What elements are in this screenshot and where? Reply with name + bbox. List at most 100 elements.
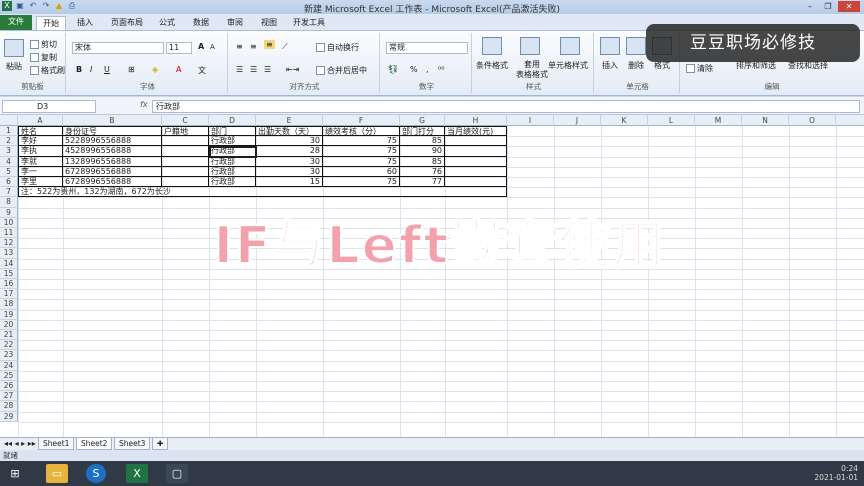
sheet-tab-1[interactable]: Sheet1 [38,438,75,450]
decimal-icon[interactable]: ⁰⁰ [438,65,444,74]
delete-cells-icon[interactable] [626,37,646,55]
col-header-o[interactable]: O [789,115,836,126]
format-painter-button[interactable]: 格式刷 [30,65,65,76]
col-header-f[interactable]: F [323,115,400,126]
table-header-cell[interactable]: 当月绩效(元) [445,126,507,137]
col-header-g[interactable]: G [400,115,445,126]
table-cell[interactable] [162,156,209,167]
currency-icon[interactable]: 💱 [388,65,398,74]
name-box[interactable]: D3 [2,100,96,113]
paste-button[interactable]: 粘贴 [6,61,22,72]
col-header-l[interactable]: L [648,115,695,126]
table-cell[interactable]: 李就 [18,156,63,167]
row-header[interactable]: 28 [0,401,18,412]
table-cell[interactable]: 60 [323,166,400,177]
row-header[interactable]: 2 [0,136,18,147]
table-cell[interactable]: 李好 [18,136,63,147]
conditional-format-icon[interactable] [482,37,502,55]
align-center-icon[interactable]: ☰ [250,65,257,74]
table-cell[interactable]: 75 [323,136,400,147]
align-left-icon[interactable]: ☰ [236,65,243,74]
table-cell[interactable]: 行政部 [209,166,256,177]
insert-cells-icon[interactable] [600,37,620,55]
close-button[interactable]: ✕ [838,1,860,12]
table-cell[interactable]: 85 [400,136,445,147]
table-cell[interactable] [445,166,507,177]
table-cell[interactable] [445,146,507,157]
clock[interactable]: 0:24 2021-01-01 [814,464,858,482]
row-header[interactable]: 13 [0,248,18,259]
table-cell[interactable]: 15 [256,177,323,188]
fill-color-icon[interactable]: ◈ [152,65,158,74]
fx-icon[interactable]: fx [140,100,148,109]
row-header[interactable]: 3 [0,146,18,157]
col-header-c[interactable]: C [162,115,209,126]
tab-formulas[interactable]: 公式 [154,16,180,30]
table-cell[interactable] [162,166,209,177]
excel-taskbar-icon[interactable]: X [126,464,148,483]
table-cell[interactable]: 6728996556888 [63,166,162,177]
row-header[interactable]: 24 [0,360,18,371]
row-header[interactable]: 4 [0,156,18,167]
table-cell[interactable]: 行政部 [209,156,256,167]
table-cell[interactable]: 76 [400,166,445,177]
row-header[interactable]: 22 [0,340,18,351]
table-header-cell[interactable]: 部门打分 [400,126,445,137]
tab-page-layout[interactable]: 页面布局 [106,16,148,30]
phonetic-button[interactable]: 文 [198,65,206,76]
table-cell[interactable]: 28 [256,146,323,157]
row-header[interactable]: 5 [0,166,18,177]
number-format-select[interactable]: 常规 [386,42,468,54]
new-sheet-icon[interactable]: ✚ [152,438,169,450]
tab-data[interactable]: 数据 [188,16,214,30]
shrink-font-button[interactable]: A [210,43,215,51]
table-cell[interactable]: 行政部 [209,136,256,147]
col-header-i[interactable]: I [507,115,554,126]
table-cell[interactable]: 行政部 [209,177,256,188]
insert-cells-button[interactable]: 插入 [602,60,618,71]
table-cell[interactable]: 75 [323,156,400,167]
table-format-icon[interactable] [520,37,540,55]
table-header-cell[interactable]: 身份证号 [63,126,162,137]
align-bottom-icon[interactable]: ≡ [264,40,275,49]
explorer-icon[interactable]: ▭ [46,464,68,483]
table-cell[interactable]: 4528996556888 [63,146,162,157]
start-icon[interactable]: ⊞ [4,464,26,483]
col-header-n[interactable]: N [742,115,789,126]
col-header-h[interactable]: H [445,115,507,126]
grow-font-button[interactable]: A [198,42,204,51]
select-all-corner[interactable] [0,115,18,126]
minimize-button[interactable]: – [802,1,818,12]
table-cell[interactable]: 李执 [18,146,63,157]
orientation-icon[interactable]: ⟋ [282,42,288,52]
row-header[interactable]: 29 [0,411,18,422]
table-cell[interactable]: 30 [256,136,323,147]
wrap-text-button[interactable]: 自动换行 [316,42,359,53]
table-cell[interactable]: 6728996556888 [63,177,162,188]
table-cell[interactable]: 75 [323,177,400,188]
cell-styles-button[interactable]: 单元格样式 [548,60,588,71]
table-cell[interactable]: 77 [400,177,445,188]
table-cell[interactable]: 1328996556888 [63,156,162,167]
table-header-cell[interactable]: 部门 [209,126,256,137]
conditional-format-button[interactable]: 条件格式 [476,60,508,71]
merge-center-button[interactable]: 合并后居中 [316,65,367,76]
app-taskbar-icon[interactable]: ▢ [166,464,188,483]
table-cell[interactable] [162,177,209,188]
table-cell[interactable]: 李一 [18,166,63,177]
row-header[interactable]: 10 [0,217,18,228]
col-header-d[interactable]: D [209,115,256,126]
table-header-cell[interactable]: 姓名 [18,126,63,137]
row-header[interactable]: 23 [0,350,18,361]
cut-button[interactable]: 剪切 [30,39,57,50]
table-cell[interactable]: 85 [400,156,445,167]
cell-styles-icon[interactable] [560,37,580,55]
font-size-select[interactable]: 11 [166,42,192,54]
table-cell[interactable] [445,136,507,147]
row-header[interactable]: 6 [0,177,18,188]
row-header[interactable]: 20 [0,319,18,330]
row-header[interactable]: 7 [0,187,18,198]
table-header-cell[interactable]: 绩效考核（分） [323,126,400,137]
row-header[interactable]: 12 [0,238,18,249]
table-cell[interactable]: 5228996556888 [63,136,162,147]
